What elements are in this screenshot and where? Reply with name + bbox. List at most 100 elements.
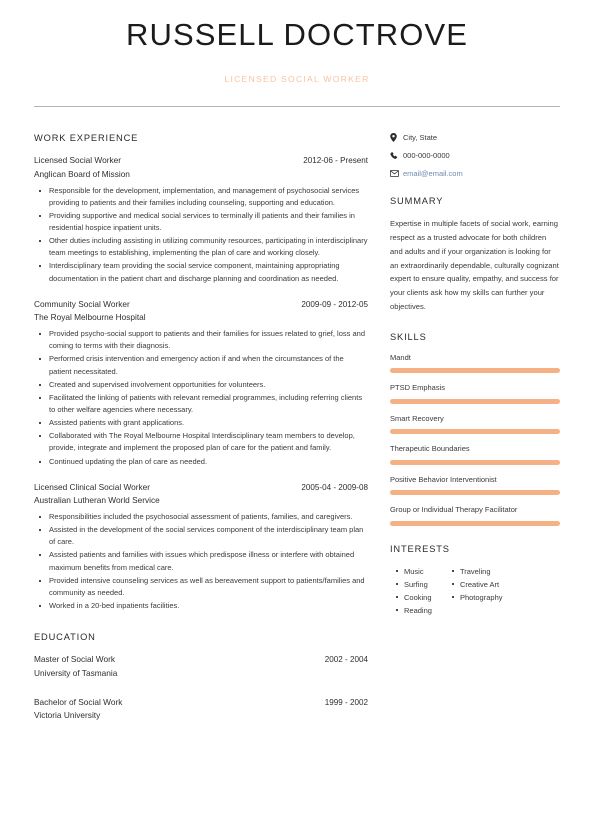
content-columns: WORK EXPERIENCE Licensed Social Worker 2… — [0, 107, 594, 738]
job-organization: The Royal Melbourne Hospital — [34, 312, 146, 323]
work-bullet: Assisted patients with grant application… — [39, 417, 368, 429]
summary-section: SUMMARY Expertise in multiple facets of … — [390, 196, 560, 314]
contact-value: email@email.com — [403, 169, 463, 179]
job-title: Licensed Social Worker — [34, 155, 122, 166]
job-responsibility-list: Responsibilities included the psychosoci… — [34, 511, 368, 612]
contact-value: City, State — [403, 133, 438, 143]
degree-date-range: 2002 - 2004 — [324, 655, 368, 665]
job-organization: Anglican Board of Mission — [34, 168, 130, 179]
school-name: Victoria University — [34, 710, 101, 721]
degree-title: Bachelor of Social Work — [34, 696, 123, 707]
section-heading-summary: SUMMARY — [390, 196, 444, 207]
work-bullet: Assisted patients and families with issu… — [39, 549, 368, 573]
skill-name: Group or Individual Therapy Facilitator — [390, 505, 518, 515]
education-entry: Master of Social Work 2002 - 2004 Univer… — [34, 653, 368, 679]
skill-name: Mandt — [390, 352, 411, 362]
location-pin-icon — [390, 133, 403, 143]
skill-item: Smart Recovery — [390, 414, 560, 435]
work-bullet: Assisted in the development of the socia… — [39, 524, 368, 548]
entry-header: Community Social Worker 2009-09 - 2012-0… — [34, 298, 368, 312]
contact-row: 000-000-0000 — [390, 151, 560, 160]
skill-item: PTSD Emphasis — [390, 383, 560, 404]
interests-column-left: Music Surfing Cooking Reading — [392, 565, 432, 618]
skill-item: Positive Behavior Interventionist — [390, 475, 560, 496]
page-title: RUSSELL DOCTROVE — [125, 17, 469, 52]
skill-item: Group or Individual Therapy Facilitator — [390, 505, 560, 526]
work-bullet: Worked in a 20-bed inpatients facilities… — [39, 600, 368, 612]
section-heading-skills: SKILLS — [390, 331, 427, 342]
skill-level-bar — [390, 398, 560, 404]
skill-level-bar — [390, 490, 560, 496]
education-entry: Bachelor of Social Work 1999 - 2002 Vict… — [34, 696, 368, 722]
professional-title: LICENSED SOCIAL WORKER — [224, 74, 370, 85]
interest-item: Creative Art — [452, 578, 503, 591]
work-bullet: Responsible for the development, impleme… — [39, 185, 368, 209]
work-bullet: Continued updating the plan of care as n… — [39, 456, 368, 468]
work-experience-entry: Community Social Worker 2009-09 - 2012-0… — [34, 298, 368, 468]
contact-row[interactable]: email@email.com — [390, 169, 560, 178]
interest-item: Reading — [396, 604, 432, 617]
work-bullet: Collaborated with The Royal Melbourne Ho… — [39, 430, 368, 454]
contact-list: City, State 000-000-0000 email@email.com — [390, 133, 560, 178]
skills-section: SKILLS Mandt PTSD Emphasis Smart Recover… — [390, 332, 560, 526]
skills-list: Mandt PTSD Emphasis Smart Recovery Thera… — [390, 353, 560, 526]
job-responsibility-list: Responsible for the development, impleme… — [34, 185, 368, 285]
work-bullet: Responsibilities included the psychosoci… — [39, 511, 368, 523]
skill-level-bar — [390, 520, 560, 526]
work-experience-section: WORK EXPERIENCE Licensed Social Worker 2… — [34, 133, 368, 612]
school-name: University of Tasmania — [34, 667, 118, 678]
interests-section: INTERESTS Music Surfing Cooking Reading Tra… — [390, 544, 560, 618]
skill-level-bar — [390, 459, 560, 465]
work-experience-entry: Licensed Social Worker 2012-06 - Present… — [34, 154, 368, 285]
entry-header: Licensed Social Worker 2012-06 - Present — [34, 154, 368, 168]
interest-item: Music — [396, 565, 432, 578]
job-date-range: 2012-06 - Present — [303, 156, 368, 166]
work-bullet: Facilitated the linking of patients with… — [39, 392, 368, 416]
sidebar-column: City, State 000-000-0000 email@email.com… — [390, 133, 560, 738]
entry-header: Master of Social Work 2002 - 2004 — [34, 653, 368, 667]
interest-item: Traveling — [452, 565, 503, 578]
work-bullet: Interdisciplinary team providing the soc… — [39, 260, 368, 284]
job-responsibility-list: Provided psycho-social support to patien… — [34, 328, 368, 468]
skill-name: Therapeutic Boundaries — [390, 444, 470, 454]
work-bullet: Created and supervised involvement oppor… — [39, 379, 368, 391]
section-heading-interests: INTERESTS — [390, 543, 450, 554]
work-bullet: Provided intensive counseling services a… — [39, 575, 368, 599]
skill-item: Mandt — [390, 353, 560, 374]
interest-item: Surfing — [396, 578, 432, 591]
interest-item: Photography — [452, 591, 503, 604]
job-date-range: 2005-04 - 2009-08 — [301, 482, 368, 492]
interest-item: Cooking — [396, 591, 432, 604]
degree-date-range: 1999 - 2002 — [324, 697, 368, 707]
skill-level-bar — [390, 368, 560, 374]
job-title: Community Social Worker — [34, 298, 130, 309]
section-heading-education: EDUCATION — [34, 632, 96, 643]
summary-text: Expertise in multiple facets of social w… — [390, 219, 559, 312]
skill-level-bar — [390, 429, 560, 435]
section-heading-work-experience: WORK EXPERIENCE — [34, 133, 139, 144]
resume-header: RUSSELL DOCTROVE LICENSED SOCIAL WORKER — [0, 0, 594, 84]
entry-header: Licensed Clinical Social Worker 2005-04 … — [34, 481, 368, 495]
phone-icon — [390, 151, 403, 160]
contact-row: City, State — [390, 133, 560, 143]
work-bullet: Providing supportive and medical social … — [39, 210, 368, 234]
work-bullet: Other duties including assisting in util… — [39, 235, 368, 259]
skill-name: Positive Behavior Interventionist — [390, 474, 497, 484]
entry-header: Bachelor of Social Work 1999 - 2002 — [34, 696, 368, 710]
interests-column-right: Traveling Creative Art Photography — [448, 565, 503, 618]
main-column: WORK EXPERIENCE Licensed Social Worker 2… — [34, 133, 390, 738]
skill-name: PTSD Emphasis — [390, 383, 446, 393]
skill-name: Smart Recovery — [390, 413, 444, 423]
education-list: Master of Social Work 2002 - 2004 Univer… — [34, 653, 368, 722]
work-bullet: Performed crisis intervention and emerge… — [39, 353, 368, 377]
interests-columns: Music Surfing Cooking Reading Traveling Crea… — [390, 565, 560, 618]
work-experience-list: Licensed Social Worker 2012-06 - Present… — [34, 154, 368, 612]
degree-title: Master of Social Work — [34, 654, 115, 665]
education-section: EDUCATION Master of Social Work 2002 - 2… — [34, 632, 368, 722]
job-organization: Australian Lutheran World Service — [34, 495, 160, 506]
resume-page: RUSSELL DOCTROVE LICENSED SOCIAL WORKER … — [0, 0, 594, 838]
contact-value: 000-000-0000 — [403, 151, 450, 161]
work-experience-entry: Licensed Clinical Social Worker 2005-04 … — [34, 481, 368, 613]
job-title: Licensed Clinical Social Worker — [34, 481, 151, 492]
skill-item: Therapeutic Boundaries — [390, 444, 560, 465]
